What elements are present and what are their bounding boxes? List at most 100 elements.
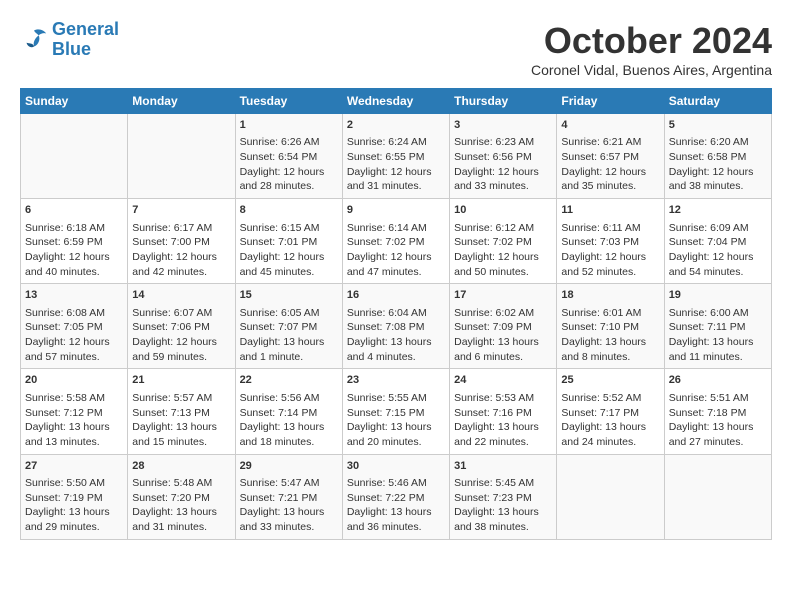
day-info-line: Daylight: 13 hours and 8 minutes. bbox=[561, 335, 659, 364]
day-info-line: Sunrise: 6:00 AM bbox=[669, 306, 767, 321]
calendar-header: SundayMondayTuesdayWednesdayThursdayFrid… bbox=[21, 89, 772, 114]
day-info-line: Sunset: 7:05 PM bbox=[25, 320, 123, 335]
day-info-line: Sunset: 7:12 PM bbox=[25, 406, 123, 421]
day-info-line: Sunset: 7:14 PM bbox=[240, 406, 338, 421]
day-info-line: Daylight: 12 hours and 38 minutes. bbox=[669, 165, 767, 194]
day-info-line: Sunrise: 6:12 AM bbox=[454, 221, 552, 236]
day-info-line: Sunrise: 5:53 AM bbox=[454, 391, 552, 406]
day-number: 21 bbox=[132, 373, 230, 388]
logo-icon bbox=[20, 26, 48, 54]
day-number: 12 bbox=[669, 203, 767, 218]
calendar-cell bbox=[664, 454, 771, 539]
calendar-cell bbox=[21, 114, 128, 199]
day-info-line: Sunrise: 6:21 AM bbox=[561, 135, 659, 150]
day-info-line: Sunset: 6:54 PM bbox=[240, 150, 338, 165]
calendar-cell: 25Sunrise: 5:52 AMSunset: 7:17 PMDayligh… bbox=[557, 369, 664, 454]
calendar-cell: 15Sunrise: 6:05 AMSunset: 7:07 PMDayligh… bbox=[235, 284, 342, 369]
day-number: 6 bbox=[25, 203, 123, 218]
day-info-line: Sunset: 6:55 PM bbox=[347, 150, 445, 165]
day-info-line: Sunrise: 6:18 AM bbox=[25, 221, 123, 236]
header-cell-sunday: Sunday bbox=[21, 89, 128, 114]
day-info-line: Daylight: 13 hours and 18 minutes. bbox=[240, 420, 338, 449]
day-number: 16 bbox=[347, 288, 445, 303]
calendar-cell: 2Sunrise: 6:24 AMSunset: 6:55 PMDaylight… bbox=[342, 114, 449, 199]
day-info-line: Sunrise: 6:01 AM bbox=[561, 306, 659, 321]
day-info-line: Sunset: 7:13 PM bbox=[132, 406, 230, 421]
day-info-line: Daylight: 12 hours and 57 minutes. bbox=[25, 335, 123, 364]
day-number: 20 bbox=[25, 373, 123, 388]
day-number: 4 bbox=[561, 118, 659, 133]
logo: General Blue bbox=[20, 20, 119, 60]
day-number: 9 bbox=[347, 203, 445, 218]
day-info-line: Sunrise: 6:09 AM bbox=[669, 221, 767, 236]
day-number: 27 bbox=[25, 459, 123, 474]
day-number: 7 bbox=[132, 203, 230, 218]
day-number: 25 bbox=[561, 373, 659, 388]
calendar-cell: 9Sunrise: 6:14 AMSunset: 7:02 PMDaylight… bbox=[342, 199, 449, 284]
day-number: 17 bbox=[454, 288, 552, 303]
day-info-line: Sunrise: 5:55 AM bbox=[347, 391, 445, 406]
week-row-4: 20 Sunrise: 5:58 AMSunset: 7:12 PM Dayligh… bbox=[21, 369, 772, 454]
day-info-line: Daylight: 12 hours and 52 minutes. bbox=[561, 250, 659, 279]
day-number: 31 bbox=[454, 459, 552, 474]
day-info-line: Sunset: 7:21 PM bbox=[240, 491, 338, 506]
week-row-3: 13Sunrise: 6:08 AMSunset: 7:05 PMDayligh… bbox=[21, 284, 772, 369]
day-info-line: Sunset: 7:06 PM bbox=[132, 320, 230, 335]
day-info-line: Sunrise: 6:11 AM bbox=[561, 221, 659, 236]
day-number: 13 bbox=[25, 288, 123, 303]
week-row-2: 6Sunrise: 6:18 AMSunset: 6:59 PMDaylight… bbox=[21, 199, 772, 284]
day-info-line: Daylight: 12 hours and 47 minutes. bbox=[347, 250, 445, 279]
day-info-line: Daylight: 13 hours and 38 minutes. bbox=[454, 505, 552, 534]
day-info-line: Sunset: 7:15 PM bbox=[347, 406, 445, 421]
day-info-line: Sunrise: 6:17 AM bbox=[132, 221, 230, 236]
day-info-line: Daylight: 13 hours and 6 minutes. bbox=[454, 335, 552, 364]
calendar-cell: 26Sunrise: 5:51 AMSunset: 7:18 PMDayligh… bbox=[664, 369, 771, 454]
day-info-line: Sunrise: 5:48 AM bbox=[132, 476, 230, 491]
calendar-cell: 3Sunrise: 6:23 AMSunset: 6:56 PMDaylight… bbox=[450, 114, 557, 199]
day-info-line: Daylight: 13 hours and 11 minutes. bbox=[669, 335, 767, 364]
header-cell-saturday: Saturday bbox=[664, 89, 771, 114]
week-row-5: 27Sunrise: 5:50 AMSunset: 7:19 PMDayligh… bbox=[21, 454, 772, 539]
calendar-cell: 4Sunrise: 6:21 AMSunset: 6:57 PMDaylight… bbox=[557, 114, 664, 199]
day-info-line: Sunrise: 6:15 AM bbox=[240, 221, 338, 236]
day-info-line: Sunrise: 6:20 AM bbox=[669, 135, 767, 150]
header-cell-wednesday: Wednesday bbox=[342, 89, 449, 114]
day-number: 24 bbox=[454, 373, 552, 388]
calendar-cell: 12Sunrise: 6:09 AMSunset: 7:04 PMDayligh… bbox=[664, 199, 771, 284]
day-number: 2 bbox=[347, 118, 445, 133]
day-info-line: Daylight: 12 hours and 40 minutes. bbox=[25, 250, 123, 279]
calendar-cell: 27Sunrise: 5:50 AMSunset: 7:19 PMDayligh… bbox=[21, 454, 128, 539]
day-info-line: Daylight: 12 hours and 28 minutes. bbox=[240, 165, 338, 194]
day-info-line: Sunrise: 5:52 AM bbox=[561, 391, 659, 406]
calendar-cell: 18Sunrise: 6:01 AMSunset: 7:10 PMDayligh… bbox=[557, 284, 664, 369]
header-cell-tuesday: Tuesday bbox=[235, 89, 342, 114]
day-info-line: Sunrise: 5:45 AM bbox=[454, 476, 552, 491]
day-info-line: Daylight: 13 hours and 31 minutes. bbox=[132, 505, 230, 534]
day-info-line: Sunrise: 5:58 AM bbox=[25, 391, 123, 406]
calendar-cell: 28Sunrise: 5:48 AMSunset: 7:20 PMDayligh… bbox=[128, 454, 235, 539]
day-info-line: Sunset: 7:07 PM bbox=[240, 320, 338, 335]
day-info-line: Daylight: 12 hours and 50 minutes. bbox=[454, 250, 552, 279]
calendar-cell: 22Sunrise: 5:56 AMSunset: 7:14 PMDayligh… bbox=[235, 369, 342, 454]
day-info-line: Sunset: 7:09 PM bbox=[454, 320, 552, 335]
day-info-line: Sunrise: 5:57 AM bbox=[132, 391, 230, 406]
day-info-line: Sunset: 6:58 PM bbox=[669, 150, 767, 165]
calendar-body: 1Sunrise: 6:26 AMSunset: 6:54 PMDaylight… bbox=[21, 114, 772, 540]
day-info-line: Sunset: 7:11 PM bbox=[669, 320, 767, 335]
day-info-line: Daylight: 12 hours and 35 minutes. bbox=[561, 165, 659, 194]
day-info-line: Sunrise: 5:47 AM bbox=[240, 476, 338, 491]
day-info-line: Sunrise: 6:14 AM bbox=[347, 221, 445, 236]
header-cell-friday: Friday bbox=[557, 89, 664, 114]
day-number: 3 bbox=[454, 118, 552, 133]
day-info-line: Sunrise: 5:51 AM bbox=[669, 391, 767, 406]
location-subtitle: Coronel Vidal, Buenos Aires, Argentina bbox=[531, 62, 772, 78]
day-info-line: Daylight: 13 hours and 20 minutes. bbox=[347, 420, 445, 449]
day-info-line: Sunrise: 5:56 AM bbox=[240, 391, 338, 406]
month-title: October 2024 bbox=[531, 20, 772, 62]
day-number: 1 bbox=[240, 118, 338, 133]
day-info-line: Sunrise: 6:07 AM bbox=[132, 306, 230, 321]
calendar-cell: 29Sunrise: 5:47 AMSunset: 7:21 PMDayligh… bbox=[235, 454, 342, 539]
title-block: October 2024 Coronel Vidal, Buenos Aires… bbox=[531, 20, 772, 78]
day-info-line: Daylight: 13 hours and 4 minutes. bbox=[347, 335, 445, 364]
calendar-cell: 21Sunrise: 5:57 AMSunset: 7:13 PMDayligh… bbox=[128, 369, 235, 454]
